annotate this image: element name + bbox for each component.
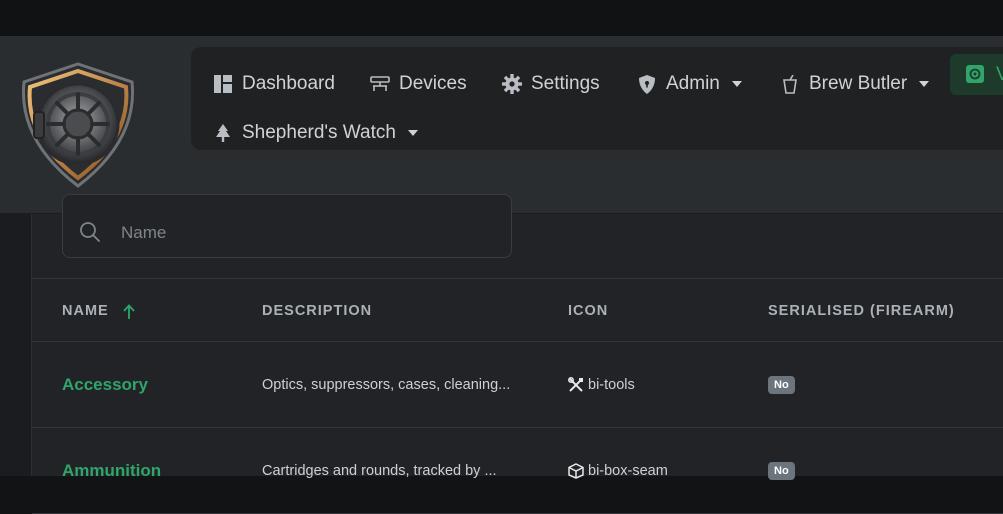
row-description: Optics, suppressors, cases, cleaning... [262, 377, 511, 393]
dashboard-icon [213, 74, 233, 94]
row-icon-cell: bi-tools [568, 377, 635, 393]
chevron-down-icon [731, 81, 742, 87]
column-header-serialised[interactable]: SERIALISED (FIREARM) [768, 303, 955, 319]
row-name-link[interactable]: Ammunition [62, 461, 161, 481]
nav-label: Shepherd's Watch [242, 122, 396, 143]
box-seam-icon [568, 463, 584, 479]
nav-label: Admin [666, 73, 720, 94]
app-icon [966, 64, 986, 85]
column-header-name[interactable]: NAME [62, 303, 109, 319]
chevron-down-icon [919, 81, 930, 87]
nav-admin-dropdown[interactable]: Admin [637, 69, 742, 99]
row-name-link[interactable]: Accessory [62, 375, 148, 395]
search-icon [80, 222, 100, 242]
nav-label: Settings [531, 73, 600, 94]
cup-icon [780, 74, 800, 94]
sidebar [0, 214, 31, 476]
app-header: Dashboard Devices Settings Admin Brew Bu… [0, 36, 1003, 214]
nav-shepherds-watch-dropdown[interactable]: Shepherd's Watch [213, 118, 418, 148]
status-badge: No [768, 376, 795, 394]
nav-settings[interactable]: Settings [502, 69, 600, 99]
nav-label: Dashboard [242, 73, 335, 94]
gear-icon [502, 74, 522, 94]
top-strip [0, 0, 1003, 36]
devices-icon [370, 74, 390, 94]
table-row: Accessory Optics, suppressors, cases, cl… [32, 342, 1003, 428]
nav-label: Brew Butler [809, 73, 908, 94]
nav-devices[interactable]: Devices [370, 69, 467, 99]
table-header: NAME DESCRIPTION ICON SERIALISED (FIREAR… [32, 278, 1003, 342]
main-content: NAME DESCRIPTION ICON SERIALISED (FIREAR… [31, 194, 1003, 514]
nav-label: Devices [399, 73, 467, 94]
status-badge: No [768, 462, 795, 480]
search-box [62, 194, 512, 258]
shield-icon [637, 74, 657, 94]
sort-ascending-icon[interactable] [122, 304, 136, 320]
column-header-description[interactable]: DESCRIPTION [262, 303, 372, 319]
main-navigation: Dashboard Devices Settings Admin Brew Bu… [191, 47, 1003, 150]
nav-active-item[interactable]: V [950, 54, 1003, 95]
nav-brew-butler-dropdown[interactable]: Brew Butler [780, 69, 930, 99]
tools-icon [568, 377, 583, 392]
column-header-icon[interactable]: ICON [568, 303, 608, 319]
nav-dashboard[interactable]: Dashboard [213, 69, 335, 99]
row-icon-cell: bi-box-seam [568, 463, 668, 479]
vault-shield-logo[interactable] [14, 62, 142, 190]
nav-active-label: V [996, 63, 1003, 85]
row-description: Cartridges and rounds, tracked by ... [262, 463, 497, 479]
table-row: Ammunition Cartridges and rounds, tracke… [32, 428, 1003, 514]
tree-icon [213, 123, 233, 143]
chevron-down-icon [407, 130, 418, 136]
row-icon-name: bi-box-seam [588, 463, 668, 479]
search-input[interactable] [121, 219, 491, 247]
row-icon-name: bi-tools [588, 377, 635, 393]
